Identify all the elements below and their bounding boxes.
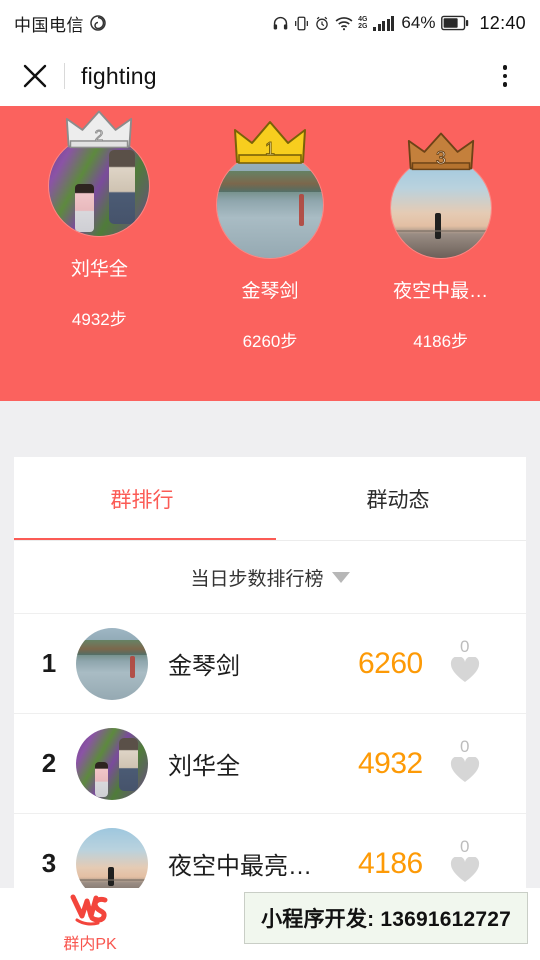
wifi-icon	[335, 16, 353, 31]
user-name: 刘华全	[168, 753, 240, 780]
like-count: 0	[460, 737, 470, 756]
nav-divider	[64, 63, 65, 89]
podium-entry-second[interactable]: 2 刘华全 4932步	[15, 110, 184, 330]
podium-banner: 2 刘华全 4932步 1 金琴剑 6260步 3 夜空中最… 4186步	[0, 106, 540, 401]
podium-name: 刘华全	[70, 259, 128, 280]
step-count: 4186	[358, 846, 423, 880]
vibrate-icon	[294, 15, 309, 32]
network-type-label: 4G 2G	[358, 15, 368, 31]
podium-entry-third[interactable]: 3 夜空中最… 4186步	[356, 132, 525, 352]
developer-contact-note: 小程序开发: 13691612727	[244, 892, 528, 944]
heart-icon	[450, 756, 480, 789]
podium-name: 夜空中最…	[393, 281, 489, 302]
rank-number: 3	[41, 848, 57, 878]
avatar	[76, 827, 148, 888]
tab-group-feed[interactable]: 群动态	[270, 457, 526, 541]
tab-label: 群排行	[110, 489, 174, 512]
user-name: 金琴剑	[168, 653, 240, 680]
step-count: 6260	[358, 646, 423, 680]
heart-icon	[450, 656, 480, 689]
silver-crown-icon: 2	[63, 106, 135, 152]
more-vertical-icon[interactable]	[488, 59, 522, 93]
like-button[interactable]: 0	[437, 738, 493, 789]
close-icon[interactable]	[18, 59, 52, 93]
status-bar-right: 4G 2G 64% 12:40	[272, 13, 526, 34]
podium-avatar-wrap: 1	[216, 121, 323, 258]
tab-group-ranking[interactable]: 群排行	[14, 457, 276, 541]
battery-icon	[441, 15, 469, 31]
app-root: 中国电信 4G 2G 64% 12:40 fighting 2 刘华全 4932…	[0, 0, 540, 960]
heart-icon	[450, 856, 480, 888]
filter-label: 当日步数排行榜	[190, 568, 324, 590]
tab-bar: 群排行 群动态	[14, 457, 526, 541]
bottom-tab-label: 群内PK	[63, 936, 117, 953]
developer-contact-label: 小程序开发:	[261, 908, 375, 931]
like-button[interactable]: 0	[437, 838, 493, 888]
like-count: 0	[460, 837, 470, 856]
rank-number: 2	[41, 748, 57, 778]
bottom-tab-group-pk[interactable]: 群内PK	[0, 894, 180, 954]
table-row[interactable]: 3 夜空中最亮… 4186 0	[14, 813, 526, 888]
beach-sunset-photo	[76, 827, 148, 888]
podium-steps: 4186步	[413, 332, 469, 351]
family-flowers-photo	[76, 727, 148, 800]
svg-text:3: 3	[436, 147, 446, 168]
vs-versus-icon	[67, 894, 113, 928]
podium-name: 金琴剑	[241, 281, 299, 302]
like-count: 0	[460, 637, 470, 656]
avatar	[76, 627, 148, 700]
status-bar-left: 中国电信	[14, 11, 106, 36]
bronze-crown-icon: 3	[405, 128, 477, 174]
rank-number: 1	[41, 648, 57, 678]
svg-text:1: 1	[265, 139, 275, 159]
ranking-filter-dropdown[interactable]: 当日步数排行榜	[14, 541, 526, 613]
clock-label: 12:40	[479, 12, 526, 33]
ranking-list: 1 金琴剑 6260 0 2 刘华全 4932 0 3 夜空中最亮… 4186 …	[14, 613, 526, 888]
nav-bar: fighting	[0, 46, 540, 106]
table-row[interactable]: 1 金琴剑 6260 0	[14, 613, 526, 713]
battery-percent-label: 64%	[401, 13, 436, 32]
user-name: 夜空中最亮…	[168, 853, 312, 880]
ranking-card: 群排行 群动态 当日步数排行榜 1 金琴剑 6260 0 2 刘华全 4932 …	[14, 457, 526, 888]
like-button[interactable]: 0	[437, 638, 493, 689]
caret-down-icon	[331, 571, 350, 583]
table-row[interactable]: 2 刘华全 4932 0	[14, 713, 526, 813]
podium-steps: 6260步	[242, 332, 298, 351]
avatar	[76, 727, 148, 800]
podium-steps: 4932步	[71, 310, 127, 329]
music-note-icon	[90, 15, 106, 31]
svg-text:2: 2	[95, 128, 104, 145]
page-title: fighting	[81, 62, 157, 89]
status-bar: 中国电信 4G 2G 64% 12:40	[0, 0, 540, 46]
headphone-icon	[272, 15, 289, 32]
developer-contact-phone: 13691612727	[380, 908, 511, 931]
tab-underline	[14, 540, 526, 541]
signal-bars-icon	[373, 15, 395, 31]
podium-entry-first[interactable]: 1 金琴剑 6260步	[186, 121, 355, 352]
step-count: 4932	[358, 746, 423, 780]
podium-avatar-wrap: 3	[390, 132, 491, 258]
gold-crown-icon: 1	[231, 118, 309, 168]
tab-label: 群动态	[366, 489, 430, 512]
podium-avatar-wrap: 2	[49, 110, 150, 236]
lake-temple-photo	[76, 627, 148, 700]
alarm-clock-icon	[314, 15, 330, 32]
carrier-label: 中国电信	[14, 15, 84, 35]
